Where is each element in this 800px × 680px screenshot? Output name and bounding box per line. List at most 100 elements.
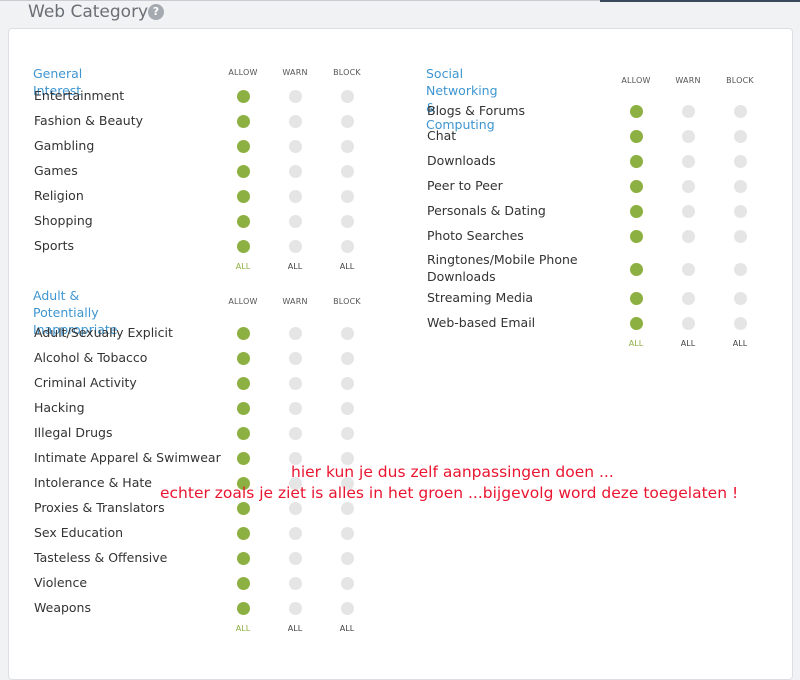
allow-radio[interactable] [237,190,250,203]
category-label-text: Adult/Sexually Explicit [34,325,173,340]
allow-radio[interactable] [237,115,250,128]
warn-radio[interactable] [682,105,695,118]
all-allow-link[interactable]: ALL [228,624,258,633]
warn-radio[interactable] [682,205,695,218]
category-label: Gambling [34,139,94,153]
block-radio[interactable] [341,427,354,440]
allow-radio[interactable] [237,377,250,390]
category-label: Religion [34,189,84,203]
category-row: Fashion & Beauty [33,114,354,139]
block-radio[interactable] [341,527,354,540]
allow-radio[interactable] [630,263,643,276]
warn-radio[interactable] [289,427,302,440]
allow-radio[interactable] [237,140,250,153]
block-radio[interactable] [734,205,747,218]
all-allow-link[interactable]: ALL [621,339,651,348]
allow-radio[interactable] [630,292,643,305]
warn-radio[interactable] [289,165,302,178]
warn-radio[interactable] [289,352,302,365]
category-label-text: Hacking [34,400,85,415]
all-block-link[interactable]: ALL [332,624,362,633]
warn-radio[interactable] [289,90,302,103]
allow-radio[interactable] [630,105,643,118]
block-radio[interactable] [341,240,354,253]
block-radio[interactable] [734,105,747,118]
block-radio[interactable] [734,317,747,330]
block-radio[interactable] [341,327,354,340]
block-radio[interactable] [734,130,747,143]
allow-radio[interactable] [237,402,250,415]
warn-radio[interactable] [289,327,302,340]
block-radio[interactable] [341,115,354,128]
block-radio[interactable] [341,602,354,615]
block-radio[interactable] [341,190,354,203]
all-block-link[interactable]: ALL [332,262,362,271]
all-block-link[interactable]: ALL [725,339,755,348]
block-radio[interactable] [341,215,354,228]
allow-radio[interactable] [237,327,250,340]
warn-radio[interactable] [289,402,302,415]
warn-radio[interactable] [682,180,695,193]
warn-radio[interactable] [682,317,695,330]
block-radio[interactable] [734,230,747,243]
allow-radio[interactable] [237,452,250,465]
allow-radio[interactable] [237,215,250,228]
warn-radio[interactable] [289,527,302,540]
category-row: Intimate Apparel & Swimwear [33,450,354,476]
allow-radio[interactable] [630,130,643,143]
warn-radio[interactable] [289,240,302,253]
column-header-allow: ALLOW [228,297,258,306]
block-radio[interactable] [341,402,354,415]
warn-radio[interactable] [289,377,302,390]
block-radio[interactable] [341,577,354,590]
warn-radio[interactable] [289,602,302,615]
all-allow-link[interactable]: ALL [228,262,258,271]
block-radio[interactable] [734,155,747,168]
block-radio[interactable] [341,90,354,103]
block-radio[interactable] [734,180,747,193]
block-radio[interactable] [341,165,354,178]
block-radio[interactable] [734,263,747,276]
warn-radio[interactable] [289,140,302,153]
allow-radio[interactable] [630,205,643,218]
all-warn-link[interactable]: ALL [673,339,703,348]
allow-radio[interactable] [237,427,250,440]
allow-radio[interactable] [237,90,250,103]
warn-radio[interactable] [682,292,695,305]
allow-radio[interactable] [237,527,250,540]
category-label: Fashion & Beauty [34,114,143,128]
allow-radio[interactable] [630,230,643,243]
category-label-text: Intimate Apparel & Swimwear [34,450,221,465]
warn-radio[interactable] [682,263,695,276]
allow-radio[interactable] [630,180,643,193]
block-radio[interactable] [341,140,354,153]
warn-radio[interactable] [289,552,302,565]
block-radio[interactable] [341,552,354,565]
category-label: Tasteless & Offensive [34,551,167,565]
block-radio[interactable] [341,352,354,365]
allow-radio[interactable] [630,317,643,330]
block-radio[interactable] [734,292,747,305]
warn-radio[interactable] [289,115,302,128]
help-icon[interactable]: ? [148,4,164,20]
annotation-line-2: echter zoals je ziet is alles in het gro… [160,484,739,502]
all-warn-link[interactable]: ALL [280,624,310,633]
warn-radio[interactable] [289,190,302,203]
warn-radio[interactable] [682,130,695,143]
allow-radio[interactable] [237,602,250,615]
allow-radio[interactable] [237,552,250,565]
warn-radio[interactable] [682,155,695,168]
all-warn-link[interactable]: ALL [280,262,310,271]
block-radio[interactable] [341,377,354,390]
warn-radio[interactable] [289,215,302,228]
warn-radio[interactable] [682,230,695,243]
allow-radio[interactable] [237,577,250,590]
allow-radio[interactable] [237,240,250,253]
warn-radio[interactable] [289,577,302,590]
allow-radio[interactable] [237,165,250,178]
category-label: Personals & Dating [427,204,546,218]
allow-radio[interactable] [237,352,250,365]
category-label: Intolerance & Hate [34,476,152,490]
allow-radio[interactable] [630,155,643,168]
category-label-text: Religion [34,188,84,203]
